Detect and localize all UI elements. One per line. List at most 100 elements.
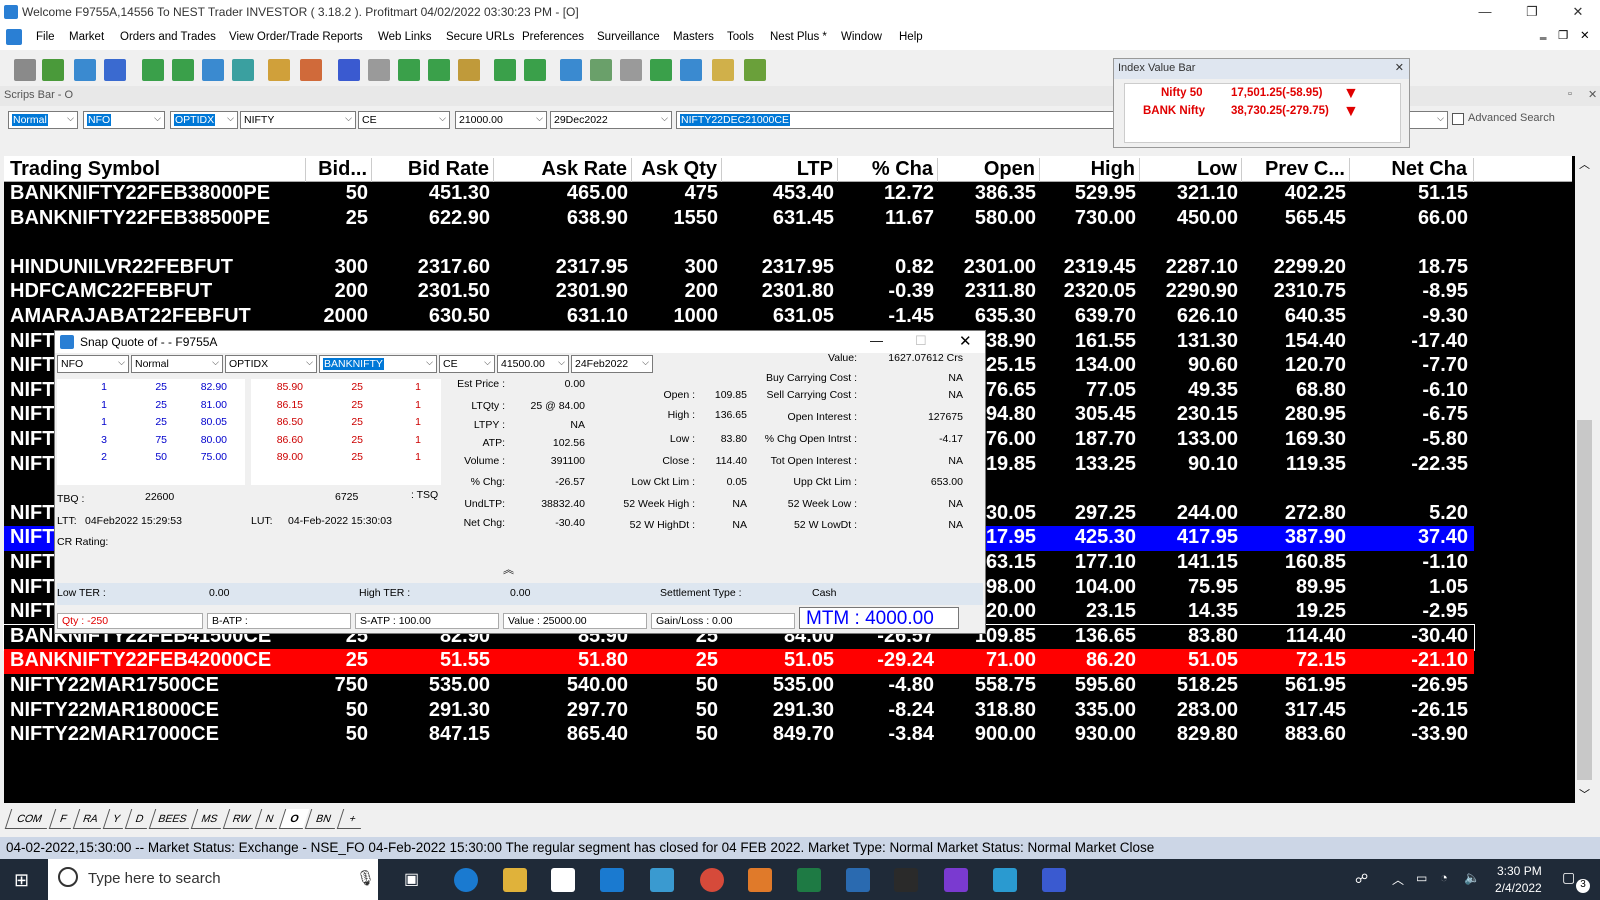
table-row[interactable]: AMARAJABAT22FEBFUT 2000 630.50 631.10 1000 63… bbox=[4, 305, 1474, 330]
mdi-close-icon[interactable]: ✕ bbox=[1580, 28, 1590, 42]
menu-view-reports[interactable]: View Order/Trade Reports bbox=[229, 31, 363, 43]
pin-icon[interactable]: ▫ bbox=[1568, 88, 1572, 100]
tab-bees[interactable]: BEES bbox=[148, 809, 196, 829]
toolbar-icon[interactable] bbox=[232, 59, 254, 81]
tab-add[interactable]: + bbox=[336, 809, 368, 829]
product-type-select[interactable]: Normal ⌵ bbox=[8, 111, 78, 129]
toolbar-icon[interactable] bbox=[142, 59, 164, 81]
col-bid-qty[interactable]: Bid... bbox=[306, 158, 372, 182]
close-button[interactable]: ✕ bbox=[959, 332, 972, 350]
menu-secure-urls[interactable]: Secure URLs bbox=[446, 31, 514, 43]
close-icon[interactable]: ✕ bbox=[1588, 88, 1597, 101]
col-pct-change[interactable]: % Cha bbox=[838, 158, 938, 182]
minimize-button[interactable]: — bbox=[1470, 2, 1500, 22]
mdi-minimize-icon[interactable]: ‗ bbox=[1540, 28, 1546, 40]
col-trading-symbol[interactable]: Trading Symbol bbox=[10, 158, 306, 182]
col-open[interactable]: Open bbox=[938, 158, 1040, 182]
photos-icon[interactable] bbox=[846, 868, 870, 892]
table-row[interactable]: NIFTY22MAR18000CE 50 291.30 297.70 50 291.30 -… bbox=[4, 699, 1474, 724]
toolbar-icon[interactable] bbox=[590, 59, 612, 81]
clock-time[interactable]: 3:30 PM bbox=[1497, 864, 1542, 878]
taskbar-search[interactable]: Type here to search 🎙 bbox=[48, 859, 378, 900]
menu-masters[interactable]: Masters bbox=[673, 31, 714, 43]
toolbar-icon[interactable] bbox=[458, 59, 480, 81]
table-row[interactable]: NIFTY22MAR17000CE 50 847.15 865.40 50 849.70 -… bbox=[4, 723, 1474, 748]
trading-app-icon[interactable] bbox=[894, 868, 918, 892]
toolbar-icon[interactable] bbox=[680, 59, 702, 81]
toolbar-icon[interactable] bbox=[428, 59, 450, 81]
table-row[interactable]: BANKNIFTY22FEB38000PE 50 451.30 465.00 475 45… bbox=[4, 182, 1474, 207]
menu-help[interactable]: Help bbox=[899, 31, 923, 43]
expiry-select[interactable]: 29Dec2022 ⌵ bbox=[550, 111, 672, 129]
battery-icon[interactable]: ▭ bbox=[1416, 871, 1427, 885]
tray-chevron-icon[interactable]: ︿ bbox=[1392, 871, 1404, 888]
file-explorer-icon[interactable] bbox=[503, 868, 527, 892]
app-icon[interactable] bbox=[748, 868, 772, 892]
option-type-select[interactable]: CE ⌵ bbox=[358, 111, 450, 129]
chrome-icon[interactable] bbox=[700, 868, 724, 892]
vertical-scrollbar[interactable]: ︿ ﹀ bbox=[1575, 156, 1594, 803]
maximize-button[interactable]: ☐ bbox=[915, 333, 927, 349]
menu-surveillance[interactable]: Surveillance bbox=[597, 31, 660, 43]
toolbar-icon[interactable] bbox=[104, 59, 126, 81]
col-ltp[interactable]: LTP bbox=[722, 158, 838, 182]
table-row[interactable]: BANKNIFTY22FEB42000CE 25 51.55 51.80 25 51.05… bbox=[4, 649, 1474, 675]
toolbar-icon[interactable] bbox=[398, 59, 420, 81]
col-prev-close[interactable]: Prev C... bbox=[1242, 158, 1350, 182]
close-icon[interactable]: ✕ bbox=[1395, 61, 1404, 74]
menu-market[interactable]: Market bbox=[69, 31, 104, 43]
mdi-restore-icon[interactable]: ❐ bbox=[1558, 28, 1568, 42]
app-icon[interactable] bbox=[944, 868, 968, 892]
calculator-icon[interactable] bbox=[1042, 868, 1066, 892]
tab-bn[interactable]: BN bbox=[304, 809, 342, 829]
table-row[interactable]: BANKNIFTY22FEB38500PE 25 622.90 638.90 1550 6… bbox=[4, 207, 1474, 232]
col-net-change[interactable]: Net Cha bbox=[1350, 158, 1474, 182]
toolbar-icon[interactable] bbox=[524, 59, 546, 81]
toolbar-icon[interactable] bbox=[14, 59, 36, 81]
col-low[interactable]: Low bbox=[1140, 158, 1242, 182]
minimize-button[interactable]: — bbox=[870, 333, 883, 348]
toolbar-icon[interactable] bbox=[712, 59, 734, 81]
snap-exchange-select[interactable]: NFO ⌵ bbox=[57, 355, 129, 373]
toolbar-icon[interactable] bbox=[650, 59, 672, 81]
col-high[interactable]: High bbox=[1040, 158, 1140, 182]
toolbar-icon[interactable] bbox=[338, 59, 360, 81]
snap-option-type-select[interactable]: CE ⌵ bbox=[439, 355, 495, 373]
table-row[interactable] bbox=[4, 231, 1474, 256]
col-bid-rate[interactable]: Bid Rate bbox=[372, 158, 494, 182]
table-row[interactable]: HINDUNILVR22FEBFUT 300 2317.60 2317.95 300 23… bbox=[4, 256, 1474, 281]
advanced-search-checkbox[interactable] bbox=[1452, 113, 1464, 125]
close-button[interactable]: ✕ bbox=[1563, 2, 1593, 22]
col-ask-qty[interactable]: Ask Qty bbox=[632, 158, 722, 182]
menu-orders-trades[interactable]: Orders and Trades bbox=[120, 31, 216, 43]
restore-button[interactable]: ❐ bbox=[1517, 2, 1547, 22]
wifi-icon[interactable]: ◔ bbox=[1440, 870, 1448, 885]
tab-com[interactable]: COM bbox=[4, 809, 54, 829]
tab-rw[interactable]: RW bbox=[222, 809, 260, 829]
toolbar-icon[interactable] bbox=[620, 59, 642, 81]
microphone-icon[interactable]: 🎙 bbox=[356, 869, 375, 887]
toolbar-icon[interactable] bbox=[494, 59, 516, 81]
snap-expiry-select[interactable]: 24Feb2022 ⌵ bbox=[571, 355, 653, 373]
scroll-thumb[interactable] bbox=[1577, 420, 1592, 780]
toolbar-icon[interactable] bbox=[202, 59, 224, 81]
notification-icon[interactable]: ▢ bbox=[1562, 869, 1575, 886]
instrument-select[interactable]: OPTIDX ⌵ bbox=[170, 111, 238, 129]
nest-icon[interactable] bbox=[650, 868, 674, 892]
edge-icon[interactable] bbox=[454, 868, 478, 892]
toolbar-icon[interactable] bbox=[368, 59, 390, 81]
menu-nest-plus[interactable]: Nest Plus * bbox=[770, 31, 827, 43]
scroll-down-icon[interactable]: ﹀ bbox=[1579, 786, 1590, 802]
collapse-icon[interactable]: ︽ bbox=[503, 561, 514, 577]
snap-product-select[interactable]: Normal ⌵ bbox=[131, 355, 223, 373]
people-icon[interactable]: ☍ bbox=[1355, 871, 1368, 887]
toolbar-icon[interactable] bbox=[172, 59, 194, 81]
menu-tools[interactable]: Tools bbox=[727, 31, 754, 43]
col-ask-rate[interactable]: Ask Rate bbox=[494, 158, 632, 182]
toolbar-icon[interactable] bbox=[42, 59, 64, 81]
app-icon[interactable] bbox=[993, 868, 1017, 892]
toolbar-icon[interactable] bbox=[74, 59, 96, 81]
symbol-select[interactable]: NIFTY ⌵ bbox=[240, 111, 356, 129]
scroll-up-icon[interactable]: ︿ bbox=[1579, 156, 1590, 172]
volume-icon[interactable]: 🔈 bbox=[1464, 870, 1480, 886]
